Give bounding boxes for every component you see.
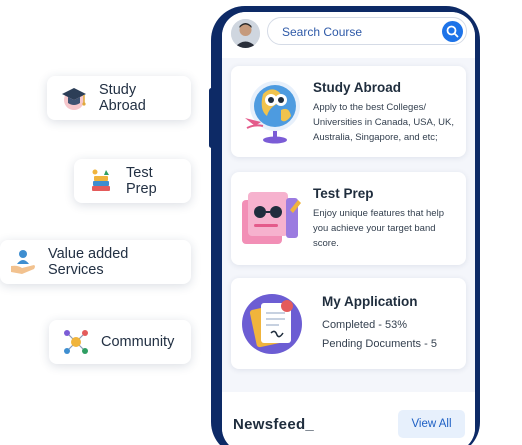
- search-input[interactable]: Search Course: [282, 25, 362, 39]
- application-pending-documents: Pending Documents - 5: [322, 338, 437, 350]
- card-study-abroad-title: Study Abroad: [313, 80, 402, 95]
- top-bar: Search Course: [222, 12, 475, 58]
- card-study-abroad[interactable]: Study Abroad Apply to the best Colleges/…: [231, 66, 466, 157]
- pill-study-abroad[interactable]: Study Abroad: [47, 76, 191, 120]
- card-test-prep[interactable]: Test Prep Enjoy unique features that hel…: [231, 172, 466, 265]
- pill-study-abroad-label: Study Abroad: [99, 82, 146, 114]
- application-completed: Completed - 53%: [322, 319, 407, 331]
- view-all-button[interactable]: View All: [398, 410, 465, 438]
- hand-person-icon: [11, 250, 35, 274]
- pill-test-prep-label: Test Prep: [126, 165, 157, 197]
- pill-test-prep[interactable]: Test Prep: [74, 159, 191, 203]
- network-icon: [64, 330, 88, 354]
- search-bar[interactable]: Search Course: [267, 17, 467, 45]
- pill-community-label: Community: [101, 334, 175, 350]
- card-test-prep-title: Test Prep: [313, 186, 374, 201]
- avatar[interactable]: [231, 19, 260, 48]
- phone-screen: Search Course Study Abroad Apply to the …: [222, 12, 475, 445]
- newsfeed-title: Newsfeed_: [233, 416, 315, 433]
- books-icon: [92, 169, 110, 191]
- search-button[interactable]: [442, 21, 463, 42]
- card-study-abroad-desc: Apply to the best Colleges/ Universities…: [313, 102, 454, 143]
- book-glasses-illustration-icon: [242, 192, 301, 244]
- newsfeed-section: Newsfeed_ View All: [222, 392, 475, 445]
- search-icon: [446, 25, 459, 38]
- pill-value-added-services[interactable]: Value added Services: [0, 240, 191, 284]
- card-my-application[interactable]: My Application Completed - 53% Pending D…: [231, 278, 466, 369]
- user-photo-icon: [231, 19, 260, 48]
- documents-illustration-icon: [242, 294, 302, 354]
- card-my-application-title: My Application: [322, 294, 418, 309]
- globe-illustration-icon: [245, 81, 300, 144]
- pill-community[interactable]: Community: [49, 320, 191, 364]
- graduation-cap-icon: [62, 88, 86, 110]
- card-test-prep-desc: Enjoy unique features that help you achi…: [313, 208, 444, 249]
- pill-value-added-label: Value added Services: [48, 246, 129, 278]
